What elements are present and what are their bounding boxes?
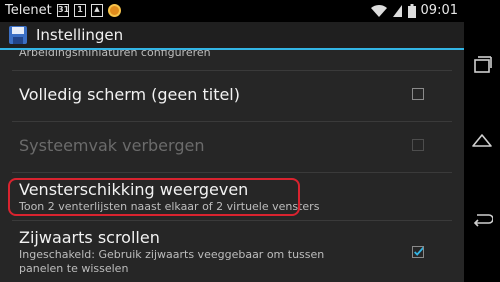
home-icon[interactable] bbox=[471, 129, 493, 151]
signal-icon bbox=[392, 4, 402, 17]
status-right: 09:01 bbox=[370, 3, 458, 18]
notification-icons: 31 1 ▲ bbox=[57, 4, 121, 17]
setting-fullscreen[interactable]: Volledig scherm (geen titel) bbox=[0, 71, 464, 119]
battery-icon bbox=[407, 3, 416, 18]
image-icon: ▲ bbox=[91, 4, 103, 17]
list-item[interactable]: Arbeidingsminiaturen configureren bbox=[0, 50, 464, 70]
settings-list[interactable]: Arbeidingsminiaturen configureren Volled… bbox=[0, 50, 464, 282]
hide-tray-checkbox[interactable] bbox=[412, 139, 424, 151]
setting-hide-tray[interactable]: Systeemvak verbergen bbox=[0, 122, 464, 170]
fullscreen-checkbox[interactable] bbox=[412, 88, 424, 100]
highlight-box bbox=[8, 178, 300, 216]
app-icon[interactable] bbox=[8, 25, 28, 45]
app-notification-icon bbox=[108, 4, 121, 17]
navigation-bar bbox=[464, 0, 500, 282]
carrier-label: Telenet bbox=[5, 3, 52, 18]
wifi-icon bbox=[370, 4, 387, 17]
page-title: Instellingen bbox=[36, 26, 124, 44]
recent-apps-icon[interactable] bbox=[471, 54, 493, 76]
setting-title: Systeemvak verbergen bbox=[19, 136, 205, 155]
setting-side-scroll[interactable]: Zijwaarts scrollen Ingeschakeld: Gebruik… bbox=[0, 221, 464, 282]
clock: 09:01 bbox=[420, 3, 458, 18]
screen: Telenet 31 1 ▲ 09:01 Instellingen Arbeid… bbox=[0, 0, 464, 282]
side-scroll-checkbox[interactable] bbox=[412, 246, 424, 258]
status-bar: Telenet 31 1 ▲ 09:01 bbox=[0, 0, 464, 22]
setting-summary: Ingeschakeld: Gebruik zijwaarts veeggeba… bbox=[19, 248, 325, 275]
action-bar: Instellingen bbox=[0, 22, 464, 50]
setting-title: Volledig scherm (geen titel) bbox=[19, 85, 240, 104]
setting-title: Arbeidingsminiaturen configureren bbox=[19, 50, 211, 59]
calendar-icon: 31 bbox=[57, 4, 69, 17]
back-icon[interactable] bbox=[471, 207, 493, 229]
setting-title: Zijwaarts scrollen bbox=[19, 228, 160, 247]
calendar-icon: 1 bbox=[74, 4, 86, 17]
